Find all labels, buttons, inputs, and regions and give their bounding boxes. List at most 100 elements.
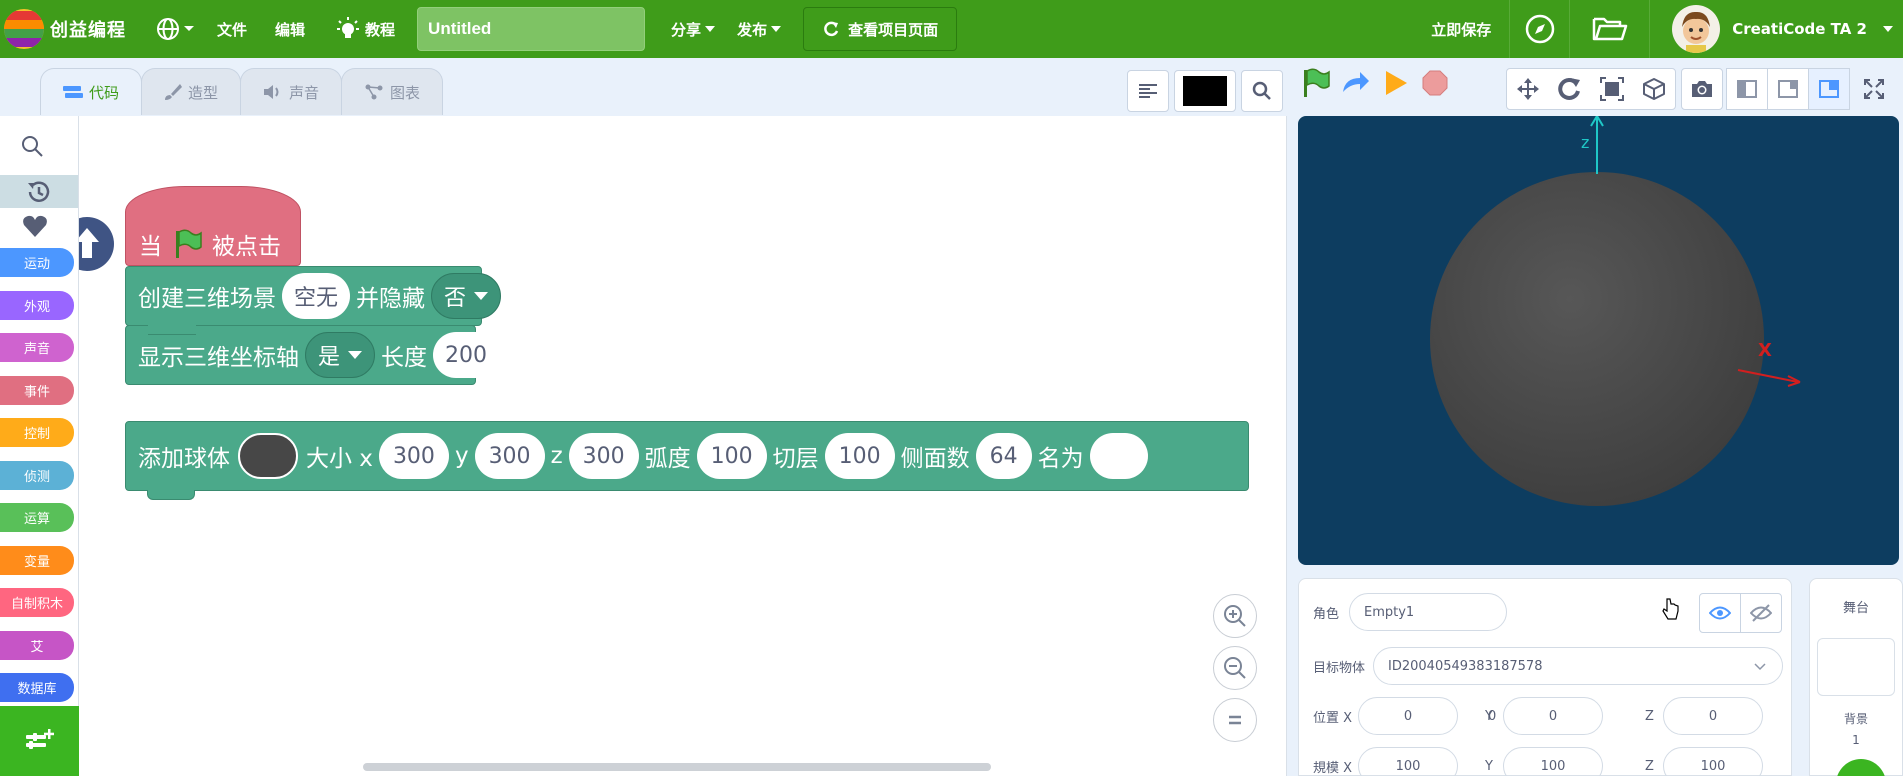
move-camera-button[interactable]	[1507, 69, 1549, 109]
history-button[interactable]	[0, 175, 78, 208]
position-x-input[interactable]: 0	[1358, 697, 1459, 735]
equals-icon	[1229, 715, 1241, 725]
create-3d-scene-block[interactable]: 创建三维场景 空无 并隐藏 否	[125, 266, 502, 326]
size-x-field[interactable]: 300	[378, 433, 449, 479]
align-blocks-button[interactable]	[1127, 70, 1169, 112]
target-object-select[interactable]: ID20040549383187578	[1373, 647, 1784, 685]
username: CreatiCode TA 2	[1732, 20, 1867, 38]
stage-canvas[interactable]: z X	[1298, 116, 1899, 565]
menu-bar: 创益编程 文件 编辑 教程 分享 发布 查看项目页面 立即保存 CreatiC	[0, 0, 1903, 58]
green-flag-button[interactable]	[1300, 68, 1330, 98]
tab-code[interactable]: 代码	[40, 68, 143, 115]
logo[interactable]: 创益编程	[4, 0, 126, 58]
explore-button[interactable]	[1510, 0, 1571, 58]
edit-menu[interactable]: 编辑	[275, 19, 305, 40]
large-stage-button[interactable]	[1808, 68, 1850, 110]
category-5[interactable]: 控制	[0, 418, 74, 447]
screenshot-button[interactable]	[1681, 68, 1723, 110]
sprite-name-input[interactable]: Empty1	[1349, 593, 1508, 631]
color-picker-button[interactable]	[1174, 70, 1236, 112]
category-3[interactable]: 声音	[0, 333, 74, 362]
category-1[interactable]: 运动	[0, 248, 74, 277]
scale-x-input[interactable]: 100	[1358, 747, 1459, 776]
publish-label: 发布	[737, 20, 768, 39]
zoom-out-button[interactable]	[1213, 646, 1257, 690]
chevron-down-icon	[1754, 663, 1766, 671]
view-project-page-button[interactable]: 查看项目页面	[803, 7, 958, 51]
category-9[interactable]: 自制积木	[0, 588, 74, 617]
show-sprite-button[interactable]	[1699, 593, 1741, 633]
play-button[interactable]	[1380, 68, 1410, 98]
rotate-camera-button[interactable]	[1549, 69, 1591, 109]
caret-down-icon	[1883, 26, 1893, 32]
size-z-field[interactable]: 300	[568, 433, 639, 479]
show-axis-dropdown[interactable]: 是	[305, 332, 376, 378]
3d-cube-button[interactable]	[1633, 69, 1675, 109]
publish-menu[interactable]: 发布	[737, 19, 782, 40]
tab-charts[interactable]: 图表	[341, 68, 444, 115]
tab-sounds[interactable]: 声音	[240, 68, 343, 115]
horizontal-scrollbar[interactable]	[363, 763, 991, 771]
position-z-input[interactable]: 0	[1663, 697, 1763, 735]
category-6[interactable]: 侦测	[0, 460, 74, 490]
scale-z-input[interactable]: 100	[1663, 747, 1763, 776]
scale-y-input[interactable]: 100	[1503, 747, 1603, 776]
favorites-button[interactable]	[22, 214, 48, 242]
tab-sounds-label: 声音	[289, 83, 320, 102]
language-menu[interactable]	[156, 17, 195, 41]
scene-type-field[interactable]: 空无	[282, 273, 351, 319]
code-workspace[interactable]: 当 被点击 创建三维场景 空无 并隐藏 否 显示三维坐标轴 是 长度 200 添…	[79, 116, 1287, 776]
slice-label: 切层	[772, 446, 819, 472]
hide-dropdown[interactable]: 否	[431, 273, 502, 319]
category-8[interactable]: 变量	[0, 545, 74, 575]
share-menu[interactable]: 分享	[671, 19, 716, 40]
arc-field[interactable]: 100	[696, 433, 767, 479]
position-y-input[interactable]: 0	[1503, 697, 1603, 735]
sphere-name-field[interactable]	[1089, 433, 1148, 479]
category-7[interactable]: 运算	[0, 503, 74, 532]
zoom-in-button[interactable]	[1213, 594, 1257, 638]
account-menu[interactable]: CreatiCode TA 2	[1650, 0, 1903, 58]
tab-costumes[interactable]: 造型	[141, 68, 242, 115]
compass-icon	[1525, 14, 1554, 44]
zoom-reset-button[interactable]	[1213, 698, 1257, 742]
category-10[interactable]: 艾	[0, 630, 74, 660]
stop-button[interactable]	[1420, 68, 1450, 98]
slice-field[interactable]: 100	[824, 433, 895, 479]
hide-sprite-button[interactable]	[1740, 593, 1782, 633]
category-2[interactable]: 外观	[0, 290, 74, 320]
file-menu[interactable]: 文件	[217, 19, 247, 40]
normal-stage-button[interactable]	[1767, 68, 1809, 110]
project-title-input[interactable]	[417, 7, 646, 51]
size-y-field[interactable]: 300	[474, 433, 545, 479]
category-11[interactable]: 数据库	[0, 673, 74, 702]
add-sphere-label: 添加球体	[138, 446, 230, 472]
save-now-button[interactable]: 立即保存	[1413, 0, 1511, 58]
small-stage-button[interactable]	[1726, 68, 1768, 110]
3d-view-tools	[1506, 68, 1676, 110]
add-backdrop-button[interactable]	[1836, 759, 1886, 776]
large-stage-icon	[1819, 80, 1839, 98]
when-flag-clicked-block[interactable]: 当 被点击	[125, 186, 301, 266]
search-category-button[interactable]	[20, 134, 44, 162]
tutorial-menu[interactable]: 教程	[337, 17, 395, 41]
stage-selector-panel[interactable]: 舞台 背景 1	[1809, 578, 1903, 776]
turbo-button[interactable]	[1340, 68, 1370, 98]
fullscreen-button[interactable]	[1853, 68, 1895, 110]
search-blocks-button[interactable]	[1241, 70, 1283, 112]
axis-length-field[interactable]: 200	[433, 332, 500, 378]
size-x-label: 大小 x	[306, 446, 373, 472]
y-label: y	[454, 443, 469, 469]
caret-down-icon	[474, 292, 489, 300]
chart-icon	[365, 84, 383, 100]
code-blocks-icon	[63, 86, 83, 98]
scale-x-label: 規模 X	[1313, 760, 1353, 776]
add-extension-button[interactable]	[0, 706, 79, 776]
show-3d-axis-block[interactable]: 显示三维坐标轴 是 长度 200	[125, 325, 500, 385]
sphere-color-field[interactable]	[238, 433, 298, 479]
sides-field[interactable]: 64	[975, 433, 1032, 479]
fit-view-button[interactable]	[1591, 69, 1633, 109]
category-4[interactable]: 事件	[0, 375, 74, 405]
my-stuff-button[interactable]	[1570, 0, 1651, 58]
add-sphere-block[interactable]: 添加球体 大小 x 300 y 300 z 300 弧度 100 切层 100 …	[125, 421, 1249, 491]
